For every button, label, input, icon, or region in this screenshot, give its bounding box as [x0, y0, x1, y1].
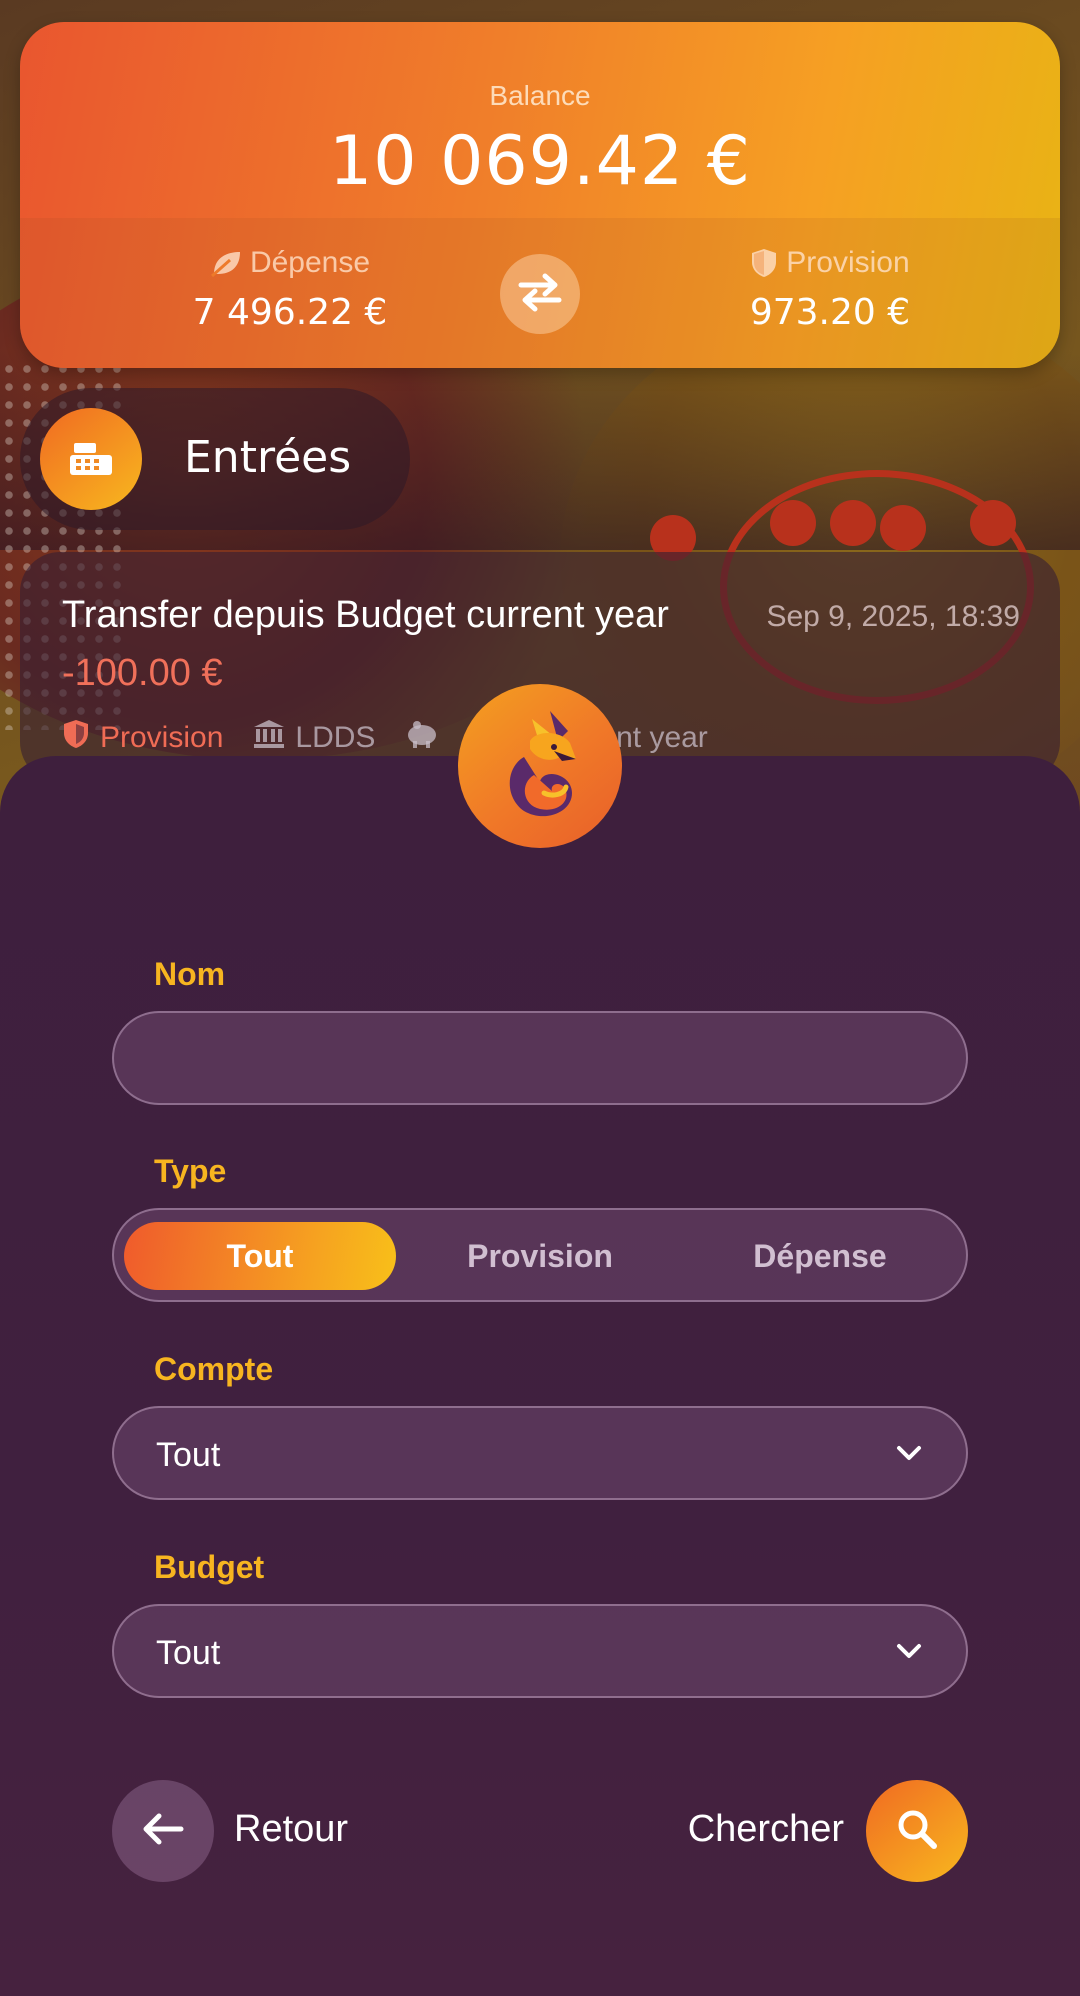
back-button[interactable]: [112, 1780, 214, 1882]
chevron-down-icon: [894, 1636, 924, 1670]
background-bead: [880, 505, 926, 551]
name-label: Nom: [154, 956, 226, 992]
name-input[interactable]: [114, 1013, 966, 1103]
transaction-amount: -100.00 €: [62, 652, 223, 694]
fox-mascot-logo: [458, 684, 622, 848]
depense-value: 7 496.22 €: [192, 292, 388, 333]
swap-arrows-icon: [517, 272, 563, 316]
swap-button[interactable]: [500, 254, 580, 334]
background-bead: [770, 500, 816, 546]
provision-label: Provision: [786, 246, 910, 279]
transaction-title: Transfer depuis Budget current year: [62, 594, 669, 636]
balance-amount: 10 069.42 €: [329, 122, 751, 201]
budget-label: Budget: [154, 1549, 265, 1585]
cash-register-icon: [40, 408, 142, 510]
arrow-left-icon: [141, 1812, 185, 1850]
provision-stat: Provision 973.20 €: [680, 246, 980, 333]
background-bead: [830, 500, 876, 546]
search-button-label[interactable]: Chercher: [688, 1808, 844, 1851]
depense-label: Dépense: [249, 246, 371, 279]
budget-select-value: Tout: [156, 1634, 221, 1672]
section-header: Entrées: [20, 388, 410, 530]
tag-account: LDDS: [253, 719, 375, 757]
account-select[interactable]: Tout: [112, 1406, 968, 1500]
account-label: Compte: [154, 1351, 274, 1387]
name-field[interactable]: [112, 1011, 968, 1105]
search-button[interactable]: [866, 1780, 968, 1882]
provision-value: 973.20 €: [749, 292, 911, 333]
background-bead: [970, 500, 1016, 546]
transaction-date: Sep 9, 2025, 18:39: [766, 600, 1020, 633]
piggy-bank-icon: [405, 719, 441, 757]
tag-account-label: LDDS: [295, 721, 376, 754]
shield-icon: [750, 247, 778, 279]
budget-select[interactable]: Tout: [112, 1604, 968, 1698]
type-option-tout[interactable]: Tout: [124, 1222, 396, 1290]
type-label: Type: [154, 1153, 227, 1189]
balance-card: Balance 10 069.42 € Dépense 7 496.22 € P…: [20, 22, 1060, 368]
leaf-icon: [210, 248, 242, 278]
balance-label: Balance: [489, 80, 591, 111]
tag-provision-label: Provision: [100, 721, 224, 754]
bank-icon: [253, 719, 285, 757]
shield-icon: [62, 718, 90, 758]
type-option-provision[interactable]: Provision: [404, 1222, 676, 1290]
section-title: Entrées: [184, 432, 352, 483]
type-segmented-control: Tout Provision Dépense: [112, 1208, 968, 1302]
tag-provision: Provision: [62, 718, 223, 758]
search-icon: [895, 1807, 939, 1855]
depense-stat: Dépense 7 496.22 €: [140, 246, 440, 333]
account-select-value: Tout: [156, 1436, 221, 1474]
back-button-label[interactable]: Retour: [234, 1808, 348, 1851]
type-option-depense[interactable]: Dépense: [684, 1222, 956, 1290]
chevron-down-icon: [894, 1438, 924, 1472]
